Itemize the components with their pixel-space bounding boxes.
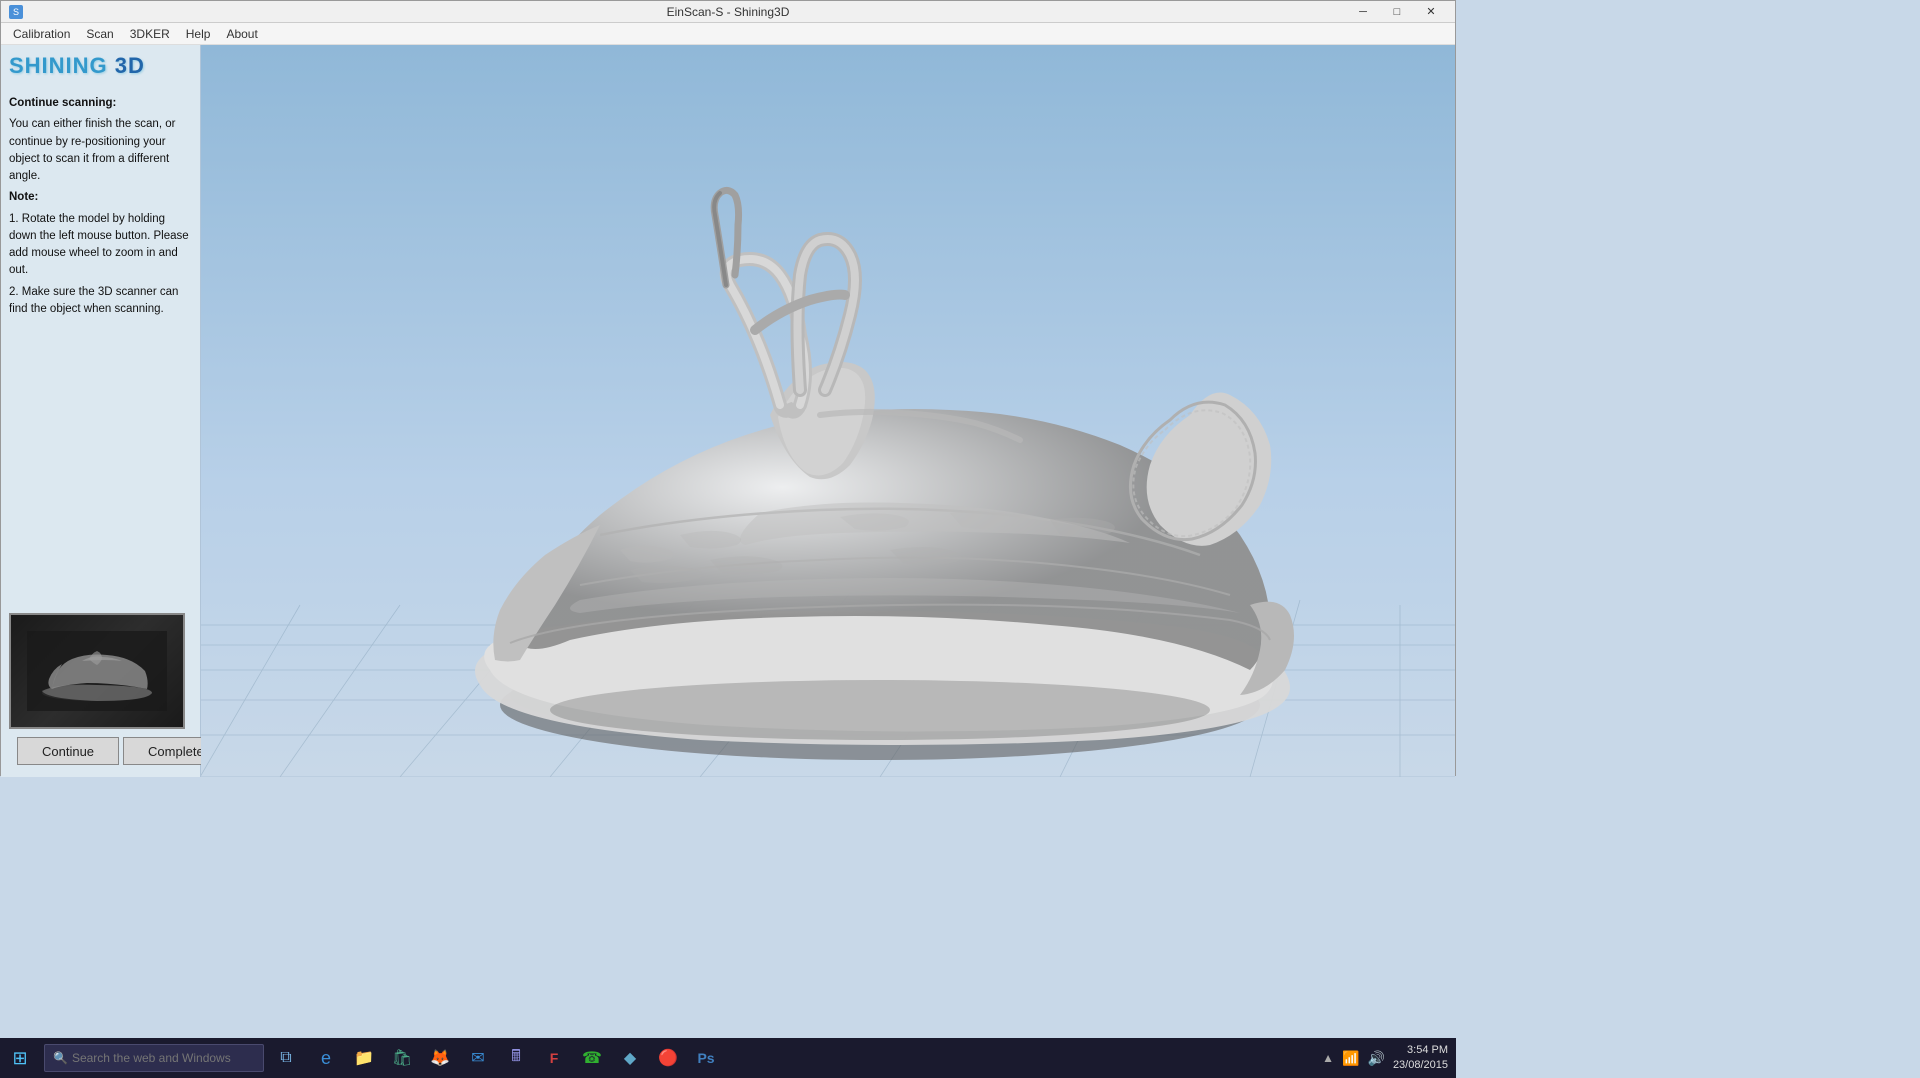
restore-button[interactable]: □ (1381, 2, 1413, 22)
sidebar-actions: Continue Complete (9, 729, 192, 769)
continue-button[interactable]: Continue (17, 737, 119, 765)
taskbar-app-list: e 📁 🛍 🦊 ✉ 🖩 F ☎ ◆ 🔴 Ps (308, 1040, 724, 1076)
time-display: 3:54 PM (1393, 1043, 1448, 1058)
window-title: EinScan-S - Shining3D (667, 5, 790, 19)
viewport-svg (201, 45, 1455, 777)
task-view-icon: ⧉ (280, 1049, 291, 1067)
search-icon: 🔍 (53, 1051, 68, 1065)
brand-logo: SHINING 3D (9, 53, 192, 79)
window-controls: ─ □ ✕ (1347, 2, 1447, 22)
taskbar-app-explorer[interactable]: 📁 (346, 1040, 382, 1076)
title-bar: S EinScan-S - Shining3D ─ □ ✕ (1, 1, 1455, 23)
task-view-button[interactable]: ⧉ (268, 1040, 304, 1076)
network-icon: 📶 (1342, 1050, 1359, 1067)
taskbar-app-calculator[interactable]: 🖩 (498, 1040, 534, 1076)
logo-3d: 3D (115, 53, 145, 78)
logo-shining: SHINING (9, 53, 115, 78)
instructions-title: Continue scanning: (9, 95, 192, 112)
instructions-panel: Continue scanning: You can either finish… (9, 95, 192, 601)
search-input[interactable] (72, 1051, 252, 1065)
taskbar-app-app2[interactable]: 🔴 (650, 1040, 686, 1076)
menu-about[interactable]: About (218, 25, 265, 43)
clock: 3:54 PM 23/08/2015 (1393, 1043, 1448, 1074)
taskbar-app-filemaker[interactable]: F (536, 1040, 572, 1076)
windows-logo-icon: ⊞ (12, 1048, 27, 1069)
scan-preview-thumbnail (9, 613, 185, 729)
app-window: S EinScan-S - Shining3D ─ □ ✕ Calibratio… (0, 0, 1456, 776)
volume-icon: 🔊 (1368, 1050, 1385, 1067)
instructions-body: You can either finish the scan, or conti… (9, 116, 192, 185)
start-button[interactable]: ⊞ (0, 1038, 40, 1078)
taskbar-app-store[interactable]: 🛍 (384, 1040, 420, 1076)
close-button[interactable]: ✕ (1415, 2, 1447, 22)
sidebar: SHINING 3D Continue scanning: You can ei… (1, 45, 201, 777)
system-tray-icons: ▲ (1322, 1051, 1334, 1065)
minimize-button[interactable]: ─ (1347, 2, 1379, 22)
viewport[interactable] (201, 45, 1455, 777)
menu-bar: Calibration Scan 3DKER Help About (1, 23, 1455, 45)
taskbar-app-app1[interactable]: ◆ (612, 1040, 648, 1076)
date-display: 23/08/2015 (1393, 1058, 1448, 1073)
note-label: Note: (9, 189, 192, 206)
taskbar-app-phone[interactable]: ☎ (574, 1040, 610, 1076)
note-1: 1. Rotate the model by holding down the … (9, 211, 192, 280)
preview-inner (11, 615, 183, 727)
menu-calibration[interactable]: Calibration (5, 25, 78, 43)
preview-shoe-svg (27, 631, 167, 711)
taskbar-search-box[interactable]: 🔍 (44, 1044, 264, 1072)
menu-help[interactable]: Help (178, 25, 219, 43)
taskbar-app-ie[interactable]: e (308, 1040, 344, 1076)
taskbar: ⊞ 🔍 ⧉ e 📁 🛍 🦊 ✉ 🖩 F ☎ ◆ 🔴 Ps ▲ 📶 🔊 3:54 … (0, 1038, 1456, 1078)
taskbar-app-mail[interactable]: ✉ (460, 1040, 496, 1076)
menu-3dker[interactable]: 3DKER (122, 25, 178, 43)
app-icon: S (9, 5, 23, 19)
app-container: S EinScan-S - Shining3D ─ □ ✕ Calibratio… (1, 1, 1455, 777)
taskbar-system-tray: ▲ 📶 🔊 3:54 PM 23/08/2015 (1322, 1043, 1456, 1074)
note-2: 2. Make sure the 3D scanner can find the… (9, 284, 192, 319)
taskbar-app-firefox[interactable]: 🦊 (422, 1040, 458, 1076)
taskbar-app-photoshop[interactable]: Ps (688, 1040, 724, 1076)
menu-scan[interactable]: Scan (78, 25, 121, 43)
main-content: SHINING 3D Continue scanning: You can ei… (1, 45, 1455, 777)
